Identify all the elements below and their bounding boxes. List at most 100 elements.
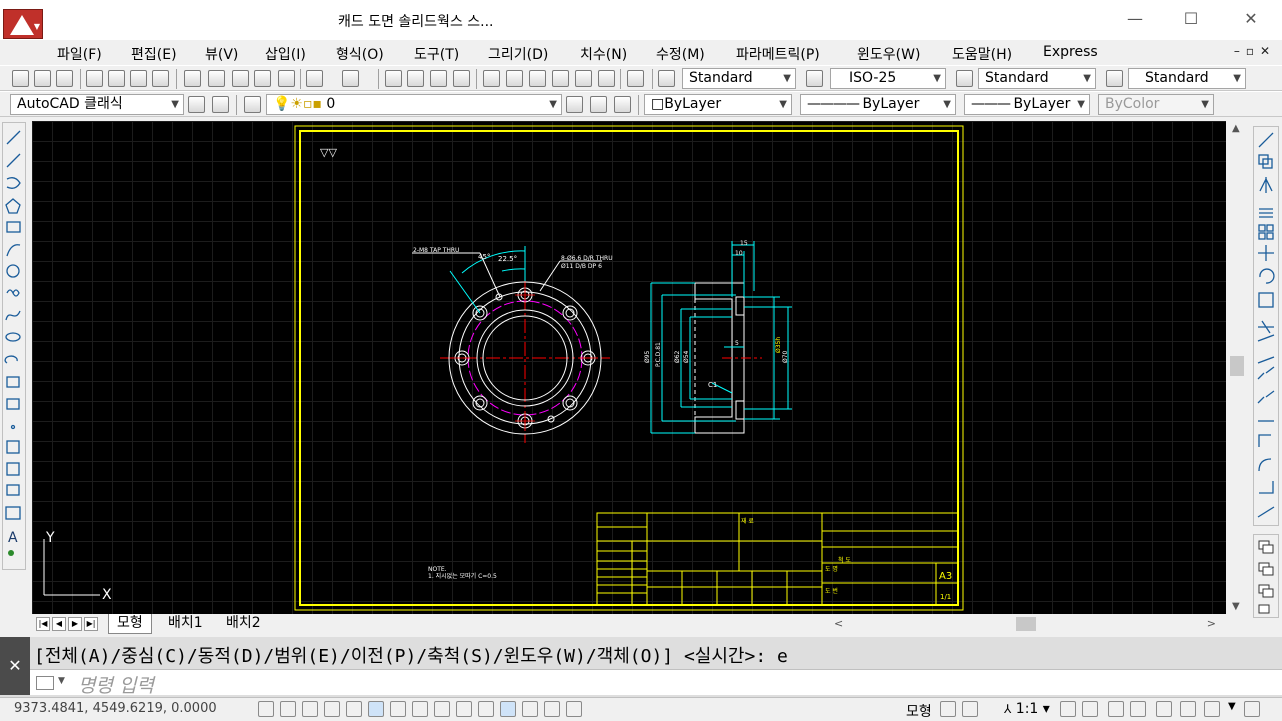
scroll-right-icon[interactable]: > (1207, 617, 1216, 630)
print-icon[interactable] (86, 70, 103, 87)
next-tab-icon[interactable]: ▶ (68, 617, 82, 631)
menu-dimension[interactable]: 치수(N) (580, 44, 627, 64)
ortho-mode-icon[interactable] (324, 701, 340, 717)
save-icon[interactable] (56, 70, 73, 87)
model-space-canvas[interactable]: Y X ▽▽ 2-M8 TAP THRU 45° 22.5° 8-Ø6.6 D/… (32, 121, 1226, 614)
zoom-previous-icon[interactable] (453, 70, 470, 87)
open-icon[interactable] (34, 70, 51, 87)
prev-tab-icon[interactable]: ◀ (52, 617, 66, 631)
auto-scale-icon[interactable] (1082, 701, 1098, 717)
zoom-window-icon[interactable] (430, 70, 447, 87)
layer-select[interactable]: 💡☀▫▪ 0 ▼ (266, 94, 562, 115)
cut-icon[interactable] (184, 70, 201, 87)
annotation-visibility-icon[interactable] (1060, 701, 1076, 717)
3d-dwf-icon[interactable] (152, 70, 169, 87)
properties-icon[interactable] (483, 70, 500, 87)
object-snap-icon[interactable] (368, 701, 384, 717)
maximize-icon[interactable]: ☐ (1168, 8, 1214, 32)
mleader-style-icon[interactable] (1106, 70, 1123, 87)
annotation-monitor-icon[interactable] (566, 701, 582, 717)
lineweight-icon[interactable] (478, 701, 494, 717)
autocad-logo-icon[interactable]: ▼ (3, 9, 43, 39)
quick-view-layouts-icon[interactable] (940, 701, 956, 717)
dim-style-select[interactable]: ISO-25 ▼ (830, 68, 946, 89)
mleader-style-select[interactable]: Standard ▼ (1128, 68, 1246, 89)
linetype-select[interactable]: ———— ByLayer ▼ (800, 94, 956, 115)
design-center-icon[interactable] (506, 70, 523, 87)
menu-edit[interactable]: 편집(E) (131, 44, 177, 64)
color-select[interactable]: □ByLayer ▼ (644, 94, 792, 115)
new-icon[interactable] (12, 70, 29, 87)
tool-palettes-icon[interactable] (529, 70, 546, 87)
layer-previous-icon[interactable] (590, 96, 607, 113)
quick-properties-icon[interactable] (522, 701, 538, 717)
menu-parametric[interactable]: 파라메트릭(P) (736, 44, 820, 64)
transparency-icon[interactable] (500, 701, 516, 717)
hardware-acceleration-icon[interactable] (1156, 701, 1172, 717)
text-style-select[interactable]: Standard ▼ (682, 68, 796, 89)
print-preview-icon[interactable] (108, 70, 125, 87)
workspace-switching-icon[interactable] (1108, 701, 1124, 717)
calculator-icon[interactable] (598, 70, 615, 87)
sheet-set-icon[interactable] (552, 70, 569, 87)
object-snap-tracking-icon[interactable] (412, 701, 428, 717)
table-style-icon[interactable] (956, 70, 973, 87)
minimize-icon[interactable]: — (1112, 8, 1158, 32)
copy-icon[interactable] (208, 70, 225, 87)
scroll-up-icon[interactable]: ▲ (1232, 123, 1240, 134)
status-menu-icon[interactable]: ▼ (1228, 701, 1236, 712)
undo-icon[interactable] (306, 70, 323, 87)
workspace-settings-icon[interactable] (188, 96, 205, 113)
layer-properties-icon[interactable] (244, 96, 261, 113)
menu-view[interactable]: 뷰(V) (205, 44, 238, 64)
menu-tools[interactable]: 도구(T) (414, 44, 459, 64)
clean-screen-icon[interactable] (1244, 701, 1260, 717)
workspace-icon[interactable] (212, 96, 229, 113)
vertical-scroll-thumb[interactable] (1230, 356, 1244, 376)
menu-format[interactable]: 형식(O) (336, 44, 384, 64)
lineweight-select[interactable]: ——— ByLayer ▼ (964, 94, 1090, 115)
paste-icon[interactable] (232, 70, 249, 87)
polar-tracking-icon[interactable] (346, 701, 362, 717)
infer-constraints-icon[interactable] (258, 701, 274, 717)
vertical-scrollbar[interactable]: ▲ ▼ (1227, 121, 1247, 614)
menu-insert[interactable]: 삽입(I) (265, 44, 306, 64)
markup-icon[interactable] (575, 70, 592, 87)
menu-file[interactable]: 파일(F) (57, 44, 102, 64)
block-editor-icon[interactable] (278, 70, 295, 87)
lightbulb-icon[interactable] (1204, 701, 1220, 717)
tab-layout1[interactable]: 배치1 (160, 614, 211, 634)
scroll-down-icon[interactable]: ▼ (1232, 601, 1240, 612)
first-tab-icon[interactable]: |◀ (36, 617, 50, 631)
pan-icon[interactable] (385, 70, 402, 87)
selection-cycling-icon[interactable] (544, 701, 560, 717)
menu-express[interactable]: Express (1043, 44, 1098, 60)
tab-model[interactable]: 모형 (108, 614, 152, 634)
dynamic-ucs-icon[interactable] (434, 701, 450, 717)
match-properties-icon[interactable] (254, 70, 271, 87)
publish-icon[interactable] (130, 70, 147, 87)
table-style-select[interactable]: Standard ▼ (978, 68, 1096, 89)
tab-layout2[interactable]: 배치2 (218, 614, 269, 634)
3d-osnap-icon[interactable] (390, 701, 406, 717)
workspace-select[interactable]: AutoCAD 클래식 ▼ (10, 94, 184, 115)
snap-mode-icon[interactable] (280, 701, 296, 717)
grid-display-icon[interactable] (302, 701, 318, 717)
dynamic-input-icon[interactable] (456, 701, 472, 717)
annotation-scale[interactable]: ⅄ 1:1 ▾ (1004, 701, 1050, 717)
last-tab-icon[interactable]: ▶| (84, 617, 98, 631)
scroll-left-icon[interactable]: < (834, 617, 843, 630)
horizontal-scrollbar[interactable]: < > (820, 614, 1226, 634)
model-button[interactable]: 모형 (906, 701, 932, 721)
menu-draw[interactable]: 그리기(D) (488, 44, 548, 64)
menu-modify[interactable]: 수정(M) (656, 44, 705, 64)
zoom-realtime-icon[interactable] (407, 70, 424, 87)
menu-help[interactable]: 도움말(H) (952, 44, 1012, 64)
help-icon[interactable] (627, 70, 644, 87)
menu-window[interactable]: 윈도우(W) (857, 44, 920, 64)
command-prompt-icon[interactable] (36, 676, 54, 690)
horizontal-scroll-thumb[interactable] (1016, 617, 1036, 631)
chevron-down-icon[interactable]: ▼ (58, 676, 65, 686)
command-input[interactable]: ▼ 명령 입력 (30, 669, 1282, 697)
isolate-objects-icon[interactable] (1180, 701, 1196, 717)
